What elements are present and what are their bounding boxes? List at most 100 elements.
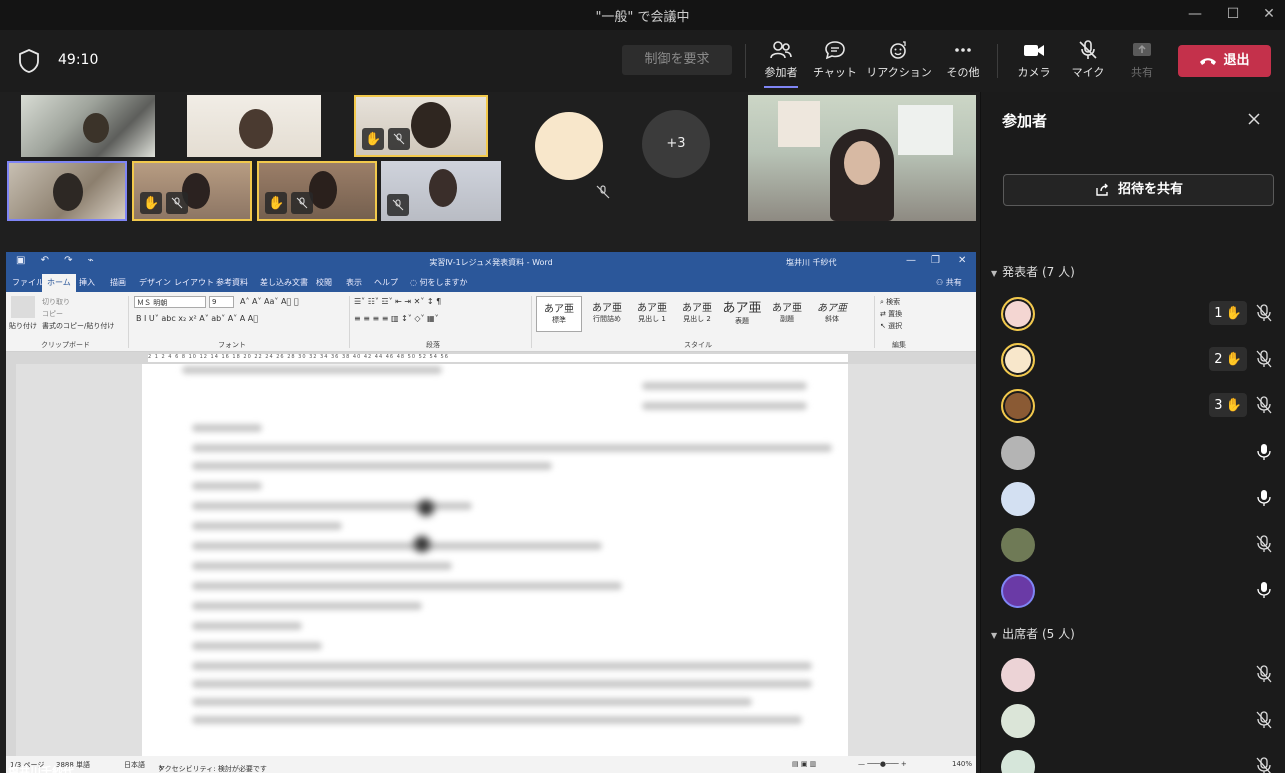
style-no-spacing[interactable]: あア亜 行間詰め [584, 296, 630, 332]
video-tile-featured[interactable] [748, 95, 976, 221]
participant-row[interactable]: 3 ✋ [981, 385, 1285, 431]
mic-icon [1257, 444, 1271, 460]
participant-row[interactable] [981, 524, 1285, 570]
collapse-caret-icon: ▼ [991, 631, 998, 640]
video-tile[interactable] [21, 95, 155, 157]
mic-button[interactable]: マイク [1068, 40, 1108, 86]
document-area[interactable] [6, 364, 976, 756]
ribbon-divider [349, 296, 350, 348]
camera-label: カメラ [1017, 66, 1051, 79]
style-subtitle[interactable]: あア亜 副題 [764, 296, 810, 332]
close-icon[interactable]: ✕ [958, 255, 966, 266]
tab-design[interactable]: デザイン [139, 277, 171, 288]
tab-review[interactable]: 校閲 [316, 277, 332, 288]
tab-help[interactable]: ヘルプ [374, 277, 398, 288]
style-emphasis[interactable]: あア亜 斜体 [809, 296, 855, 332]
tab-file[interactable]: ファイル [12, 277, 44, 288]
participant-row[interactable] [981, 432, 1285, 478]
close-icon[interactable] [1247, 112, 1261, 126]
avatar [1001, 343, 1035, 377]
chat-button[interactable]: チャット [810, 40, 860, 86]
zoom-slider[interactable]: — ───●─── + [858, 760, 907, 768]
participants-button[interactable]: 参加者 [760, 40, 802, 88]
video-tile[interactable] [381, 161, 501, 221]
participant-row[interactable] [981, 700, 1285, 746]
participant-row[interactable] [981, 654, 1285, 700]
style-name: 斜体 [825, 315, 839, 323]
minimize-button[interactable]: — [1180, 4, 1210, 24]
minimize-icon[interactable]: — [906, 255, 916, 266]
participant-silhouette [411, 102, 451, 148]
participants-label: 参加者 [764, 66, 798, 79]
tab-view[interactable]: 表示 [346, 277, 362, 288]
share-button[interactable]: 共有 [1124, 40, 1160, 86]
horizontal-ruler[interactable]: 2 1 2 4 6 8 10 12 14 16 18 20 22 24 26 2… [6, 352, 976, 364]
tab-home[interactable]: ホーム [42, 274, 76, 292]
avatar[interactable] [535, 112, 603, 180]
replace-button[interactable]: ⇄ 置換 [880, 309, 902, 319]
share-invite-button[interactable]: 招待を共有 [1003, 174, 1274, 206]
list-buttons[interactable]: ☰˅ ☷˅ ☲˅ ⇤ ⇥ ✕˅ ↕ ¶ [354, 297, 441, 306]
copy-button[interactable]: コピー [42, 309, 63, 319]
tab-draw[interactable]: 描画 [110, 277, 126, 288]
font-name-select[interactable]: ＭＳ 明朝 [134, 296, 206, 308]
style-heading-1[interactable]: あア亜 見出し 1 [629, 296, 675, 332]
tab-references[interactable]: 参考資料 [216, 277, 248, 288]
word-ribbon-tabs: ファイル ホーム 挿入 描画 デザイン レイアウト 参考資料 差し込み文書 校閲… [6, 273, 976, 292]
video-tile-speaking[interactable] [7, 161, 127, 221]
tab-layout[interactable]: レイアウト [174, 277, 214, 288]
hand-raised-icon: ✋ [265, 192, 288, 214]
video-tile[interactable] [187, 95, 321, 157]
word-share-button[interactable]: ⚇ 共有 [936, 277, 962, 288]
style-sample: あア亜 [722, 301, 762, 316]
document-page[interactable] [142, 364, 848, 756]
reactions-label: リアクション [866, 66, 932, 79]
reactions-button[interactable]: リアクション [866, 40, 932, 86]
more-button[interactable]: その他 [943, 40, 983, 86]
style-heading-2[interactable]: あア亜 見出し 2 [674, 296, 720, 332]
restore-icon[interactable]: ❐ [931, 255, 940, 266]
attendees-section-header[interactable]: ▼ 出席者 (5 人) [991, 625, 1075, 642]
format-painter-button[interactable]: 書式のコピー/貼り付け [42, 321, 114, 331]
style-title[interactable]: あア亜 表題 [719, 296, 765, 332]
font-size-select[interactable]: 9 [209, 296, 234, 308]
vertical-ruler[interactable] [6, 364, 16, 756]
chat-label: チャット [813, 66, 857, 79]
view-mode-icons[interactable]: ▤ ▣ ▥ [792, 760, 816, 768]
mic-off-icon [166, 192, 189, 214]
camera-button[interactable]: カメラ [1014, 40, 1054, 86]
find-button[interactable]: ⌕ 検索 [880, 297, 900, 307]
tell-me-search[interactable]: ◌ 何をしますか [410, 277, 468, 288]
request-control-button[interactable]: 制御を要求 [622, 45, 732, 75]
paste-icon[interactable] [11, 296, 35, 318]
blurred-text [192, 562, 452, 570]
presenters-section-header[interactable]: ▼ 発表者 (7 人) [991, 263, 1075, 280]
language-indicator[interactable]: 日本語 [124, 760, 145, 770]
select-button[interactable]: ↖ 選択 [880, 321, 902, 331]
participant-row[interactable]: 2 ✋ [981, 339, 1285, 385]
video-tile-hand-raised[interactable]: ✋ [354, 95, 488, 157]
blurred-text [182, 366, 442, 374]
participant-row[interactable] [981, 570, 1285, 616]
shield-icon[interactable] [18, 48, 40, 74]
video-tile-hand-raised[interactable]: ✋ [257, 161, 377, 221]
blurred-text [192, 444, 832, 452]
maximize-button[interactable]: ☐ [1218, 4, 1248, 24]
font-format-buttons[interactable]: B I U˅ abc x₂ x² A˅ ab˅ A˅ A A⃝ [136, 314, 258, 323]
participant-row[interactable]: 1 ✋ [981, 293, 1285, 339]
alignment-buttons[interactable]: ≡ ≡ ≡ ≡ ▥ ↕˅ ◇˅ ▦˅ [354, 314, 439, 323]
ribbon-divider [531, 296, 532, 348]
participant-row[interactable] [981, 478, 1285, 524]
leave-button[interactable]: 退出 [1178, 45, 1271, 77]
paste-button[interactable]: 貼り付け [9, 321, 37, 331]
tab-insert[interactable]: 挿入 [79, 277, 95, 288]
avatar [1001, 436, 1035, 470]
close-window-button[interactable]: ✕ [1254, 4, 1284, 24]
style-standard[interactable]: あア亜 標準 [536, 296, 582, 332]
more-participants-button[interactable]: +3 [642, 110, 710, 178]
video-tile-hand-raised[interactable]: ✋ [132, 161, 252, 221]
participant-row[interactable] [981, 746, 1285, 773]
font-size-buttons[interactable]: A˄ A˅ Aa˅ A⃝ 𝐀 [240, 297, 299, 306]
tab-mailings[interactable]: 差し込み文書 [260, 277, 308, 288]
cut-button[interactable]: 切り取り [42, 297, 70, 307]
